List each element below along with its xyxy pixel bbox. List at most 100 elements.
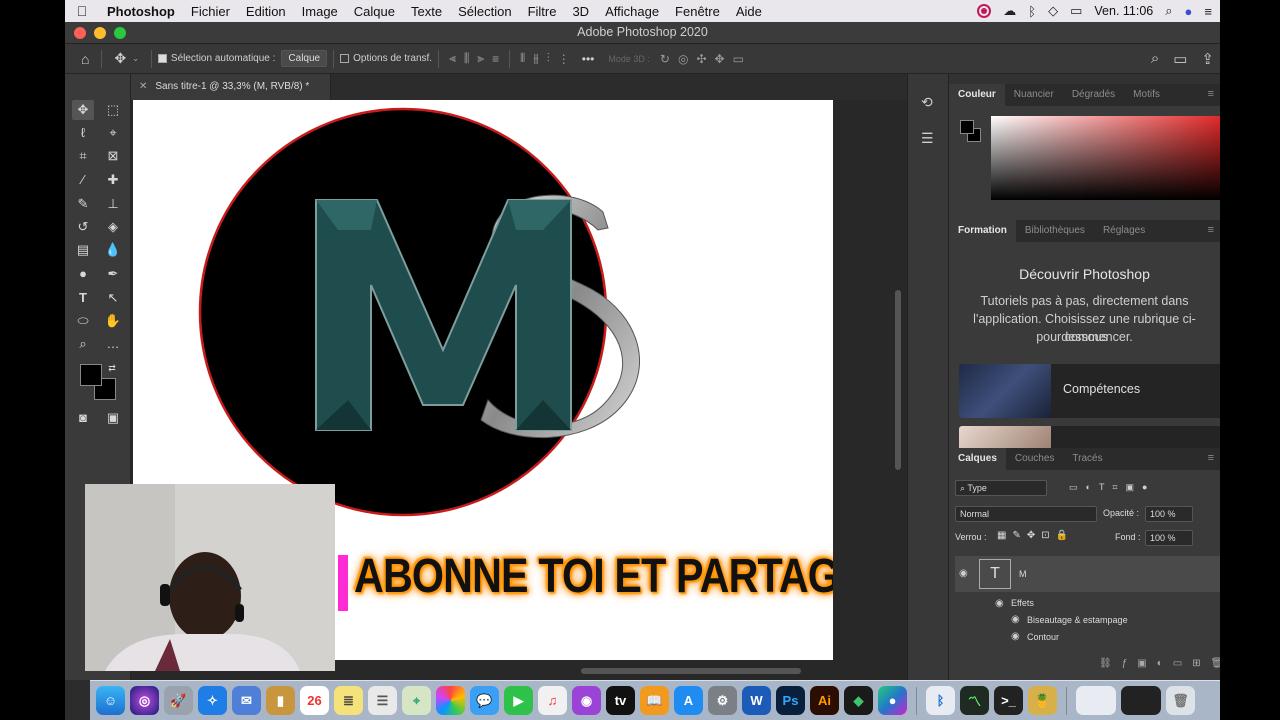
word-icon[interactable]: W <box>742 686 771 715</box>
contacts-icon[interactable]: ▮ <box>266 686 295 715</box>
distribute-left-icon[interactable]: ⫴ <box>520 51 525 66</box>
align-top-icon[interactable]: ≡ <box>492 52 499 66</box>
eyedropper-tool-icon[interactable]: ⁄ <box>72 170 94 190</box>
opacity-input[interactable]: 100 % <box>1145 506 1193 522</box>
document-tab[interactable]: ✕ Sans titre-1 @ 33,3% (M, RVB/8) * <box>131 74 331 100</box>
distribute-center-icon[interactable]: ⫵ <box>533 51 539 66</box>
distribute-spacing-icon[interactable]: ⋮ <box>558 52 570 66</box>
move-tool-icon[interactable]: ✥ <box>114 50 126 67</box>
maps-icon[interactable]: ⌖ <box>402 686 431 715</box>
record-icon[interactable] <box>977 4 992 18</box>
tab-calques[interactable]: Calques <box>949 448 1006 470</box>
distribute-right-icon[interactable]: ⫶ <box>547 51 550 66</box>
messages-icon[interactable]: 💬 <box>470 686 499 715</box>
menu-filtre[interactable]: Filtre <box>520 4 565 19</box>
notes-icon[interactable]: ≣ <box>334 686 363 715</box>
visibility-eye-icon[interactable]: ◉ <box>959 568 968 579</box>
menu-fenetre[interactable]: Fenêtre <box>667 4 728 19</box>
quick-select-tool-icon[interactable]: ⌖ <box>102 123 124 143</box>
align-left-icon[interactable]: ⫷ <box>449 51 456 66</box>
align-center-icon[interactable]: ⫼ <box>464 51 470 66</box>
archive-icon[interactable]: 🍍 <box>1028 686 1057 715</box>
workspace-icon[interactable]: ▭ <box>1173 50 1187 68</box>
horizontal-scrollbar[interactable] <box>581 668 801 674</box>
blur-tool-icon[interactable]: 💧 <box>102 240 124 260</box>
properties-panel-icon[interactable]: ☰ <box>921 130 934 147</box>
more-options[interactable]: ••• <box>582 52 595 66</box>
tab-reglages[interactable]: Réglages <box>1094 220 1154 242</box>
effect-stroke-eye-icon[interactable]: ◉ <box>1011 631 1020 642</box>
layer-filter-icons[interactable]: ▭◐T⌗▣● <box>1069 482 1220 493</box>
reminders-icon[interactable]: ☰ <box>368 686 397 715</box>
path-select-tool-icon[interactable]: ↖ <box>102 288 124 308</box>
brush-tool-icon[interactable]: ✎ <box>72 194 94 214</box>
facetime-icon[interactable]: ▶ <box>504 686 533 715</box>
home-icon[interactable]: ⌂ <box>81 51 89 67</box>
crop-tool-icon[interactable]: ⌗ <box>72 146 94 166</box>
share-icon[interactable]: ⇪ <box>1201 50 1214 68</box>
window-thumbnail[interactable] <box>1076 686 1116 715</box>
learn-card-2[interactable] <box>959 426 1220 448</box>
fill-input[interactable]: 100 % <box>1145 530 1193 546</box>
effect-bevel-eye-icon[interactable]: ◉ <box>1011 614 1020 625</box>
transform-checkbox[interactable] <box>340 54 350 63</box>
notification-center-icon[interactable]: ≡ <box>1204 4 1212 19</box>
layer-row-m[interactable]: ◉ T M fx <box>955 556 1220 592</box>
filmora-icon[interactable]: ◆ <box>844 686 873 715</box>
tab-motifs[interactable]: Motifs <box>1124 84 1169 106</box>
spotlight-icon[interactable]: ⌕ <box>1165 3 1172 19</box>
layers-footer-icons[interactable]: ⛓ƒ▣◐▭⊞🗑 <box>1099 658 1220 669</box>
swap-colors-icon[interactable]: ⇄ <box>101 358 123 378</box>
panel-menu-icon[interactable]: ≡ <box>1208 224 1214 236</box>
calendar-icon[interactable]: 26 <box>300 686 329 715</box>
wifi-icon[interactable]: ◇ <box>1048 3 1058 19</box>
auto-select-target-dropdown[interactable]: Calque <box>281 50 328 67</box>
bluetooth-file-icon[interactable]: ᛒ <box>926 686 955 715</box>
vertical-scrollbar[interactable] <box>895 290 901 470</box>
lock-icons[interactable]: ▦✎✥⊡🔒 <box>997 530 1074 541</box>
apple-icon[interactable]:  <box>65 3 99 19</box>
auto-select-checkbox[interactable] <box>157 54 167 63</box>
stamp-tool-icon[interactable]: ⊥ <box>102 194 124 214</box>
terminal-icon[interactable]: >_ <box>994 686 1023 715</box>
tab-couches[interactable]: Couches <box>1006 448 1063 470</box>
menu-app[interactable]: Photoshop <box>99 4 183 19</box>
menu-fichier[interactable]: Fichier <box>183 4 238 19</box>
activity-monitor-icon[interactable]: 〽 <box>960 686 989 715</box>
trash-icon[interactable]: 🗑 <box>1166 686 1195 715</box>
dodge-tool-icon[interactable]: ● <box>72 264 94 284</box>
menu-selection[interactable]: Sélection <box>450 4 519 19</box>
tab-degrades[interactable]: Dégradés <box>1063 84 1124 106</box>
photos-icon[interactable] <box>436 686 465 715</box>
3d-slide-icon[interactable]: ✥ <box>715 52 725 66</box>
chevron-down-icon[interactable]: ⌄ <box>132 54 139 63</box>
app-store-icon[interactable]: A <box>674 686 703 715</box>
fg-color-swatch[interactable] <box>960 120 974 134</box>
3d-scale-icon[interactable]: ▭ <box>733 52 744 66</box>
3d-pan-icon[interactable]: ✣ <box>696 52 706 66</box>
siri-icon[interactable]: ● <box>1185 4 1193 19</box>
illustrator-icon[interactable]: Ai <box>810 686 839 715</box>
tab-nuancier[interactable]: Nuancier <box>1005 84 1063 106</box>
music-icon[interactable]: ♫ <box>538 686 567 715</box>
gradient-tool-icon[interactable]: ▤ <box>72 240 94 260</box>
menu-image[interactable]: Image <box>294 4 346 19</box>
lasso-tool-icon[interactable]: ℓ <box>72 123 94 143</box>
frame-tool-icon[interactable]: ⊠ <box>102 146 124 166</box>
blend-mode-dropdown[interactable]: Normal <box>955 506 1097 522</box>
finder-icon[interactable]: ☺ <box>96 686 125 715</box>
siri-icon[interactable]: ◎ <box>130 686 159 715</box>
mail-icon[interactable]: ✉ <box>232 686 261 715</box>
effect-stroke-label[interactable]: Contour <box>1027 632 1059 642</box>
safari-icon[interactable]: ✧ <box>198 686 227 715</box>
zoom-tool-icon[interactable]: ⌕ <box>72 334 94 354</box>
launchpad-icon[interactable]: 🚀 <box>164 686 193 715</box>
history-brush-tool-icon[interactable]: ↺ <box>72 217 94 237</box>
effects-label[interactable]: Effets <box>1011 598 1034 608</box>
ellipse-tool-icon[interactable]: ⬭ <box>72 311 94 331</box>
effect-bevel-label[interactable]: Biseautage & estampage <box>1027 615 1128 625</box>
menu-calque[interactable]: Calque <box>346 4 403 19</box>
type-tool-icon[interactable]: T <box>72 288 94 308</box>
search-icon[interactable]: ⌕ <box>1151 50 1159 68</box>
close-tab-icon[interactable]: ✕ <box>139 81 147 92</box>
